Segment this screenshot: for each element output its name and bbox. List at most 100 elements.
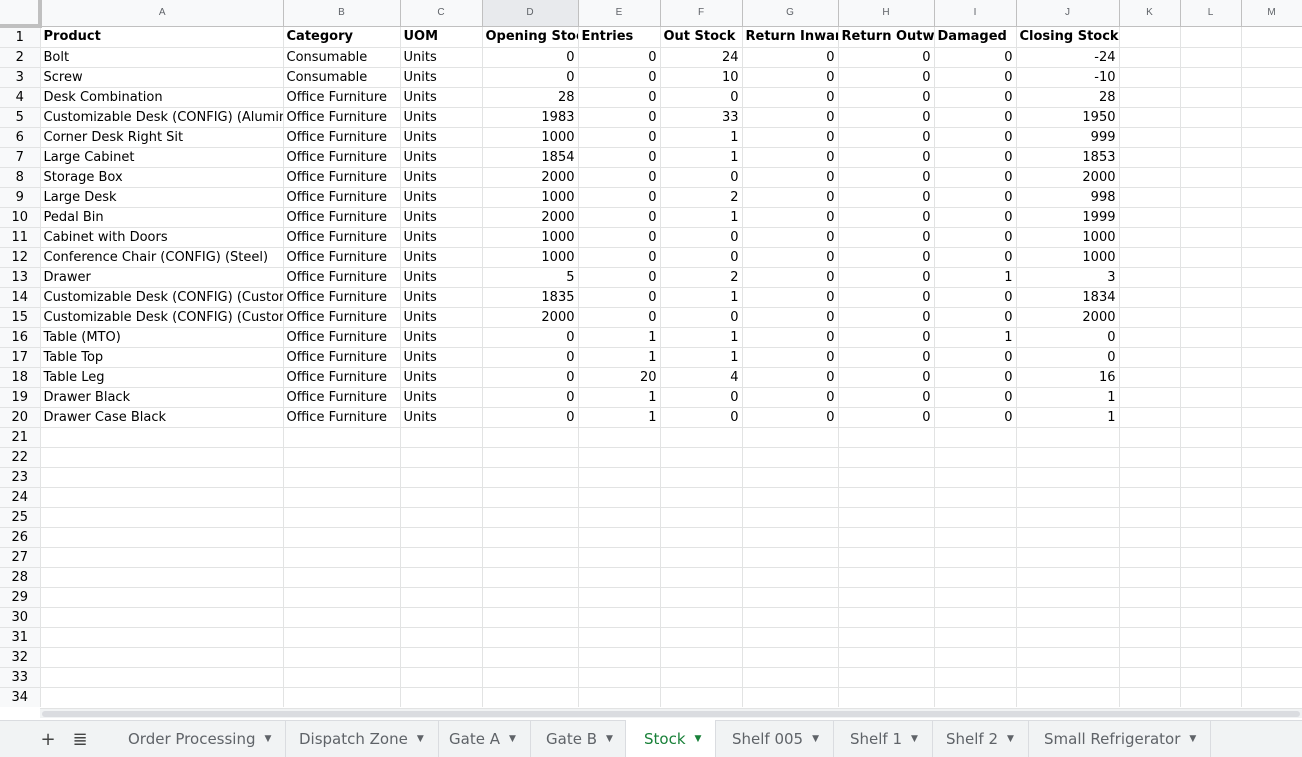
row-number[interactable]: 32 [0, 647, 41, 668]
cell-g11[interactable]: 0 [742, 227, 839, 248]
cell-d27[interactable] [482, 547, 579, 568]
cell-d5[interactable]: 1983 [482, 107, 579, 128]
cell-k20[interactable] [1119, 407, 1181, 428]
cell-d30[interactable] [482, 607, 579, 628]
cell-d4[interactable]: 28 [482, 87, 579, 108]
cell-a11[interactable]: Cabinet with Doors [40, 227, 284, 248]
cell-b27[interactable] [283, 547, 401, 568]
cell-f10[interactable]: 1 [660, 207, 743, 228]
cell-h25[interactable] [838, 507, 935, 528]
cell-j13[interactable]: 3 [1016, 267, 1120, 288]
cell-f34[interactable] [660, 687, 743, 707]
cell-k10[interactable] [1119, 207, 1181, 228]
cell-a30[interactable] [40, 607, 284, 628]
cell-i27[interactable] [934, 547, 1017, 568]
cell-b33[interactable] [283, 667, 401, 688]
cell-g4[interactable]: 0 [742, 87, 839, 108]
cell-k22[interactable] [1119, 447, 1181, 468]
cell-f23[interactable] [660, 467, 743, 488]
cell-h5[interactable]: 0 [838, 107, 935, 128]
cell-d3[interactable]: 0 [482, 67, 579, 88]
column-header-c[interactable]: C [400, 0, 483, 27]
cell-c20[interactable]: Units [400, 407, 483, 428]
column-header-d[interactable]: D [482, 0, 579, 27]
cell-d12[interactable]: 1000 [482, 247, 579, 268]
cell-f27[interactable] [660, 547, 743, 568]
cell-l33[interactable] [1180, 667, 1242, 688]
cell-g34[interactable] [742, 687, 839, 707]
cell-m33[interactable] [1241, 667, 1302, 688]
cell-e20[interactable]: 1 [578, 407, 661, 428]
cell-a13[interactable]: Drawer [40, 267, 284, 288]
tab-dispatch-zone[interactable]: Dispatch Zone ▼ [281, 721, 439, 757]
cell-i26[interactable] [934, 527, 1017, 548]
cell-a22[interactable] [40, 447, 284, 468]
cell-j23[interactable] [1016, 467, 1120, 488]
cell-e15[interactable]: 0 [578, 307, 661, 328]
cell-f14[interactable]: 1 [660, 287, 743, 308]
cell-d32[interactable] [482, 647, 579, 668]
cell-g31[interactable] [742, 627, 839, 648]
cell-c29[interactable] [400, 587, 483, 608]
cell-k3[interactable] [1119, 67, 1181, 88]
cell-d2[interactable]: 0 [482, 47, 579, 68]
cell-a14[interactable]: Customizable Desk (CONFIG) (Custom, Whit… [40, 287, 284, 308]
cell-g25[interactable] [742, 507, 839, 528]
cell-h29[interactable] [838, 587, 935, 608]
cell-k23[interactable] [1119, 467, 1181, 488]
cell-g6[interactable]: 0 [742, 127, 839, 148]
cell-g10[interactable]: 0 [742, 207, 839, 228]
cell-j2[interactable]: -24 [1016, 47, 1120, 68]
cell-d9[interactable]: 1000 [482, 187, 579, 208]
cell-i23[interactable] [934, 467, 1017, 488]
cell-e4[interactable]: 0 [578, 87, 661, 108]
cell-c33[interactable] [400, 667, 483, 688]
cell-i10[interactable]: 0 [934, 207, 1017, 228]
cell-e10[interactable]: 0 [578, 207, 661, 228]
cell-d16[interactable]: 0 [482, 327, 579, 348]
cell-b28[interactable] [283, 567, 401, 588]
cell-c8[interactable]: Units [400, 167, 483, 188]
cell-g8[interactable]: 0 [742, 167, 839, 188]
cell-g21[interactable] [742, 427, 839, 448]
cell-b13[interactable]: Office Furniture [283, 267, 401, 288]
cell-k14[interactable] [1119, 287, 1181, 308]
cell-k28[interactable] [1119, 567, 1181, 588]
cell-b31[interactable] [283, 627, 401, 648]
cell-i22[interactable] [934, 447, 1017, 468]
chevron-down-icon[interactable]: ▼ [509, 734, 516, 744]
cell-e22[interactable] [578, 447, 661, 468]
cell-k9[interactable] [1119, 187, 1181, 208]
cell-i16[interactable]: 1 [934, 327, 1017, 348]
cell-m4[interactable] [1241, 87, 1302, 108]
cell-c10[interactable]: Units [400, 207, 483, 228]
column-header-h[interactable]: H [838, 0, 935, 27]
cell-f4[interactable]: 0 [660, 87, 743, 108]
cell-j19[interactable]: 1 [1016, 387, 1120, 408]
row-number[interactable]: 18 [0, 367, 41, 388]
cell-k27[interactable] [1119, 547, 1181, 568]
cell-c7[interactable]: Units [400, 147, 483, 168]
cell-f19[interactable]: 0 [660, 387, 743, 408]
cell-e12[interactable]: 0 [578, 247, 661, 268]
cell-l30[interactable] [1180, 607, 1242, 628]
cell-e13[interactable]: 0 [578, 267, 661, 288]
cell-b15[interactable]: Office Furniture [283, 307, 401, 328]
cell-e30[interactable] [578, 607, 661, 628]
cell-h6[interactable]: 0 [838, 127, 935, 148]
cell-g29[interactable] [742, 587, 839, 608]
cell-l32[interactable] [1180, 647, 1242, 668]
cell-i25[interactable] [934, 507, 1017, 528]
cell-j24[interactable] [1016, 487, 1120, 508]
cell-l31[interactable] [1180, 627, 1242, 648]
cell-d31[interactable] [482, 627, 579, 648]
cell-k18[interactable] [1119, 367, 1181, 388]
cell-h22[interactable] [838, 447, 935, 468]
cell-k32[interactable] [1119, 647, 1181, 668]
cell-k1[interactable] [1119, 26, 1181, 48]
horizontal-scrollbar[interactable] [40, 708, 1302, 718]
cell-h27[interactable] [838, 547, 935, 568]
cell-b16[interactable]: Office Furniture [283, 327, 401, 348]
cell-k34[interactable] [1119, 687, 1181, 707]
cell-l23[interactable] [1180, 467, 1242, 488]
